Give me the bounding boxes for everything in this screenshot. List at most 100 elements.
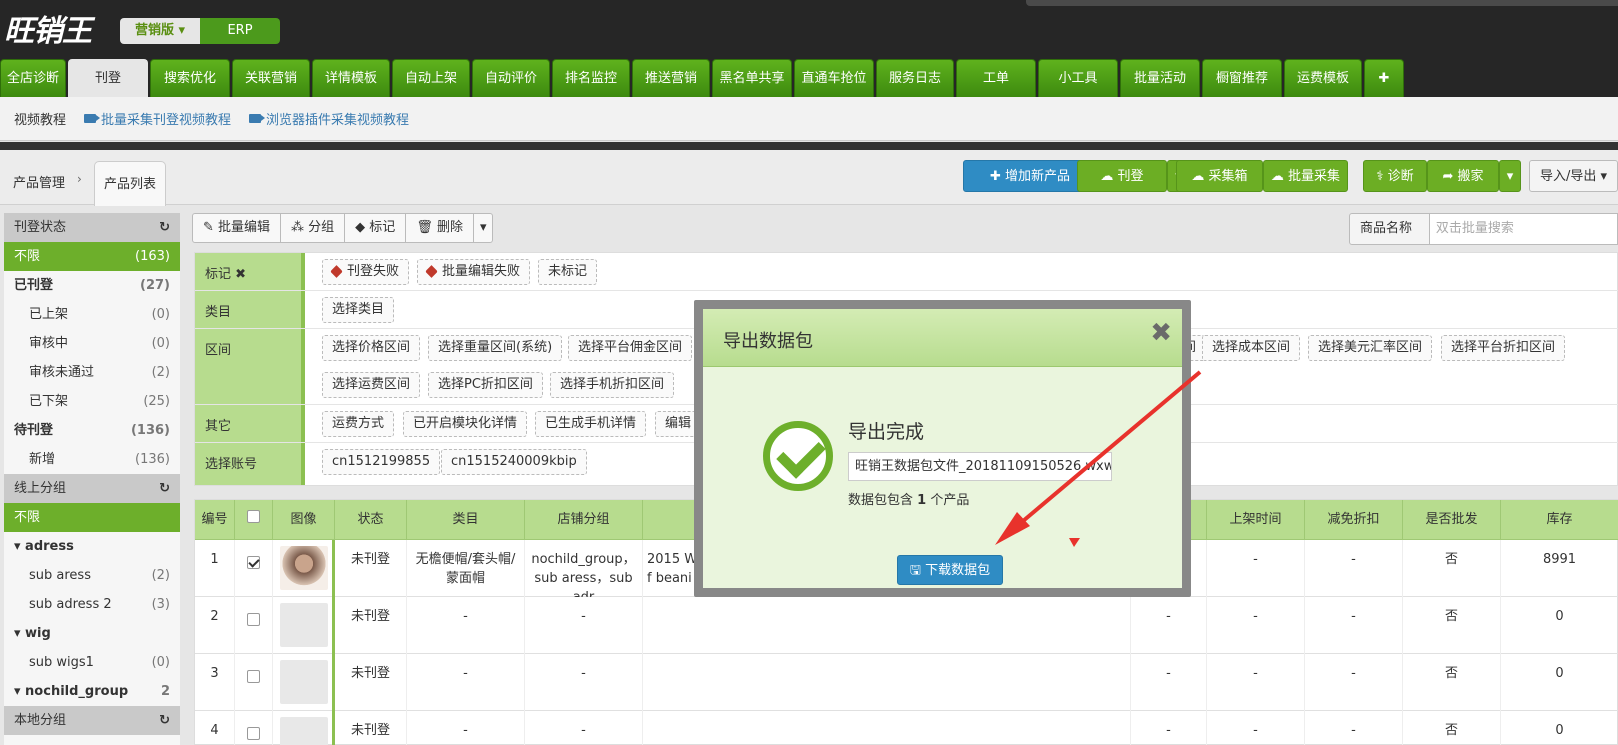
filter-tag[interactable]: cn1515240009kbip <box>441 449 587 475</box>
filter-tag[interactable]: 选择价格区间 <box>322 335 421 361</box>
sidebar-item[interactable]: 待刊登 (136) <box>4 416 180 445</box>
tag-icon <box>330 265 343 278</box>
nav-tab[interactable]: 直通车抢位 <box>794 59 874 97</box>
nav-tab[interactable]: 排名监控 <box>552 59 630 97</box>
sidebar-item[interactable]: 不限 <box>4 503 180 532</box>
batch-collect-button[interactable]: ☁ 批量采集 <box>1263 160 1348 192</box>
nav-tab[interactable]: 刊登 <box>68 59 148 97</box>
sidebar-item[interactable]: sub adress 2 (3) <box>4 590 180 619</box>
column-header[interactable]: 店铺分组 <box>525 500 643 540</box>
filter-tag[interactable]: cn1512199855 <box>322 449 441 475</box>
sidebar-item[interactable]: 审核中 (0) <box>4 329 180 358</box>
nav-tab[interactable]: 小工具 <box>1038 59 1118 97</box>
batch-edit-button[interactable]: ✎ 批量编辑 <box>193 214 282 242</box>
column-header[interactable]: 库存 <box>1501 500 1618 540</box>
column-header[interactable]: 是否批发 <box>1403 500 1501 540</box>
column-header[interactable]: 减免折扣 <box>1305 500 1403 540</box>
version-switcher[interactable]: 营销版 ▾ ERP <box>120 18 280 44</box>
select-category-tag[interactable]: 选择类目 <box>322 297 395 323</box>
nav-tab[interactable]: 运费模板 <box>1284 59 1362 97</box>
nav-tab[interactable]: 全店诊断 <box>0 59 66 97</box>
nav-tab[interactable]: 推送营销 <box>632 59 710 97</box>
diagnose-button[interactable]: ⚕ 诊断 <box>1363 160 1427 192</box>
filter-tag[interactable]: 批量编辑失败 <box>417 259 531 285</box>
sidebar-item[interactable]: ▾ nochild_group 2 <box>4 677 180 706</box>
filter-tag[interactable]: 选择手机折扣区间 <box>550 372 675 398</box>
sidebar-item[interactable]: 审核未通过 (2) <box>4 358 180 387</box>
filter-tag[interactable]: 选择平台佣金区间 <box>568 335 693 361</box>
sidebar-item[interactable]: 不限 (163) <box>4 242 180 271</box>
refresh-icon[interactable]: ↻ <box>159 706 170 735</box>
sidebar-item[interactable]: sub wigs1 (0) <box>4 648 180 677</box>
tab-product-list[interactable]: 产品列表 <box>94 161 166 206</box>
app-root: 旺销王 营销版 ▾ ERP 全店诊断 刊登 搜索优化 关联营销 详情模板 自动上架 自动评价… <box>0 0 1618 745</box>
column-header[interactable]: 图像 <box>273 500 335 540</box>
sidebar-item[interactable]: 新增 (136) <box>4 445 180 474</box>
refresh-icon[interactable]: ↻ <box>159 474 170 503</box>
table-row[interactable]: 3 未刊登 - - - - - 否 0 <box>195 654 1618 711</box>
mark-button[interactable]: ◆ 标记 <box>345 214 407 242</box>
video-tutorial-title: 视频教程 <box>14 113 67 128</box>
sidebar-item[interactable]: 已下架 (25) <box>4 387 180 416</box>
search-box: 商品名称 ▾ 双击批量搜索 <box>1349 213 1618 266</box>
download-package-button[interactable]: 🖫 下载数据包 <box>897 555 1003 585</box>
table-row[interactable]: 4 未刊登 - - - - - 否 0 <box>195 711 1618 745</box>
filter-tag[interactable]: 未标记 <box>538 259 598 285</box>
filter-tag[interactable]: 已生成手机详情 <box>535 411 647 437</box>
nav-tab[interactable]: 自动评价 <box>472 59 550 97</box>
publish-button[interactable]: ☁ 刊登 <box>1077 160 1167 192</box>
refresh-icon[interactable]: ↻ <box>159 213 170 242</box>
nav-tab[interactable]: 工单 <box>956 59 1036 97</box>
column-header[interactable]: 上架时间 <box>1207 500 1305 540</box>
sidebar-item[interactable]: ▾ adress <box>4 532 180 561</box>
filter-tag[interactable]: 选择重量区间(系统) <box>428 335 563 361</box>
search-input[interactable]: 双击批量搜索 <box>1429 213 1618 245</box>
column-header[interactable]: 编号 <box>195 500 235 540</box>
search-field-select[interactable]: 商品名称 ▾ <box>1349 213 1430 266</box>
filter-tag[interactable]: 选择成本区间 <box>1202 335 1301 361</box>
nav-tab[interactable]: 黑名单共享 <box>712 59 792 97</box>
filter-tag[interactable]: 选择PC折扣区间 <box>428 372 543 398</box>
nav-tab[interactable]: 橱窗推荐 <box>1202 59 1282 97</box>
filter-tag[interactable]: 选择运费区间 <box>322 372 421 398</box>
publish-status-list: 不限 (163) 已刊登 (27) 已上架 (0) 审核中 (0) 审核未通过 (2) 已下架 (25… <box>4 242 180 474</box>
move-button[interactable]: ➦ 搬家 <box>1427 160 1499 192</box>
package-filename-field[interactable]: 旺销王数据包文件_20181109150526.wxw <box>848 452 1112 481</box>
select-all-checkbox[interactable] <box>247 510 260 523</box>
filter-tag-label: 运费方式 <box>332 416 385 431</box>
filter-tag[interactable]: 运费方式 <box>322 411 395 437</box>
nav-tab[interactable]: 详情模板 <box>312 59 390 97</box>
sidebar-item[interactable]: ▾ wig <box>4 619 180 648</box>
filter-tag[interactable]: 选择平台折扣区间 <box>1441 335 1566 361</box>
sidebar-item[interactable]: 已上架 (0) <box>4 300 180 329</box>
sidebar-item[interactable]: 已刊登 (27) <box>4 271 180 300</box>
modal-title: 导出数据包 <box>723 331 813 352</box>
sidebar-item[interactable]: sub aress (2) <box>4 561 180 590</box>
filter-tag[interactable]: 已开启模块化详情 <box>403 411 528 437</box>
collect-box-button[interactable]: ☁ 采集箱 <box>1176 160 1263 192</box>
nav-tab[interactable]: 服务日志 <box>876 59 954 97</box>
version-marketing-button[interactable]: 营销版 ▾ <box>120 18 200 44</box>
nav-tab[interactable]: 关联营销 <box>232 59 310 97</box>
move-caret-button[interactable]: ▾ <box>1499 160 1521 192</box>
nav-tab[interactable]: ✚ <box>1364 59 1404 97</box>
column-header[interactable]: 类目 <box>407 500 525 540</box>
group-button[interactable]: ⁂ 分组 <box>281 214 346 242</box>
sidebar-item-label: 不限 <box>14 249 41 264</box>
close-icon[interactable]: ✖ <box>1150 319 1172 347</box>
batch-collect-video-link[interactable]: 批量采集刊登视频教程 <box>84 109 231 128</box>
toolbar-caret-button[interactable]: ▾ <box>474 214 493 242</box>
filter-tag[interactable]: 刊登失败 <box>322 259 410 285</box>
nav-tab[interactable]: 搜索优化 <box>150 59 230 97</box>
nav-tab[interactable]: 批量活动 <box>1120 59 1200 97</box>
column-header[interactable] <box>235 500 273 540</box>
breadcrumb-root[interactable]: 产品管理 <box>13 172 65 191</box>
table-row[interactable]: 2 未刊登 - - - - - 否 0 <box>195 597 1618 654</box>
version-erp-button[interactable]: ERP <box>200 18 280 44</box>
nav-tab[interactable]: 自动上架 <box>392 59 470 97</box>
delete-button[interactable]: 🗑 删除 <box>406 214 474 242</box>
column-header[interactable]: 状态 <box>335 500 407 540</box>
filter-tag[interactable]: 选择美元汇率区间 <box>1308 335 1433 361</box>
import-export-button[interactable]: 导入/导出 ▾ <box>1529 160 1618 192</box>
browser-plugin-video-link[interactable]: 浏览器插件采集视频教程 <box>249 109 409 128</box>
